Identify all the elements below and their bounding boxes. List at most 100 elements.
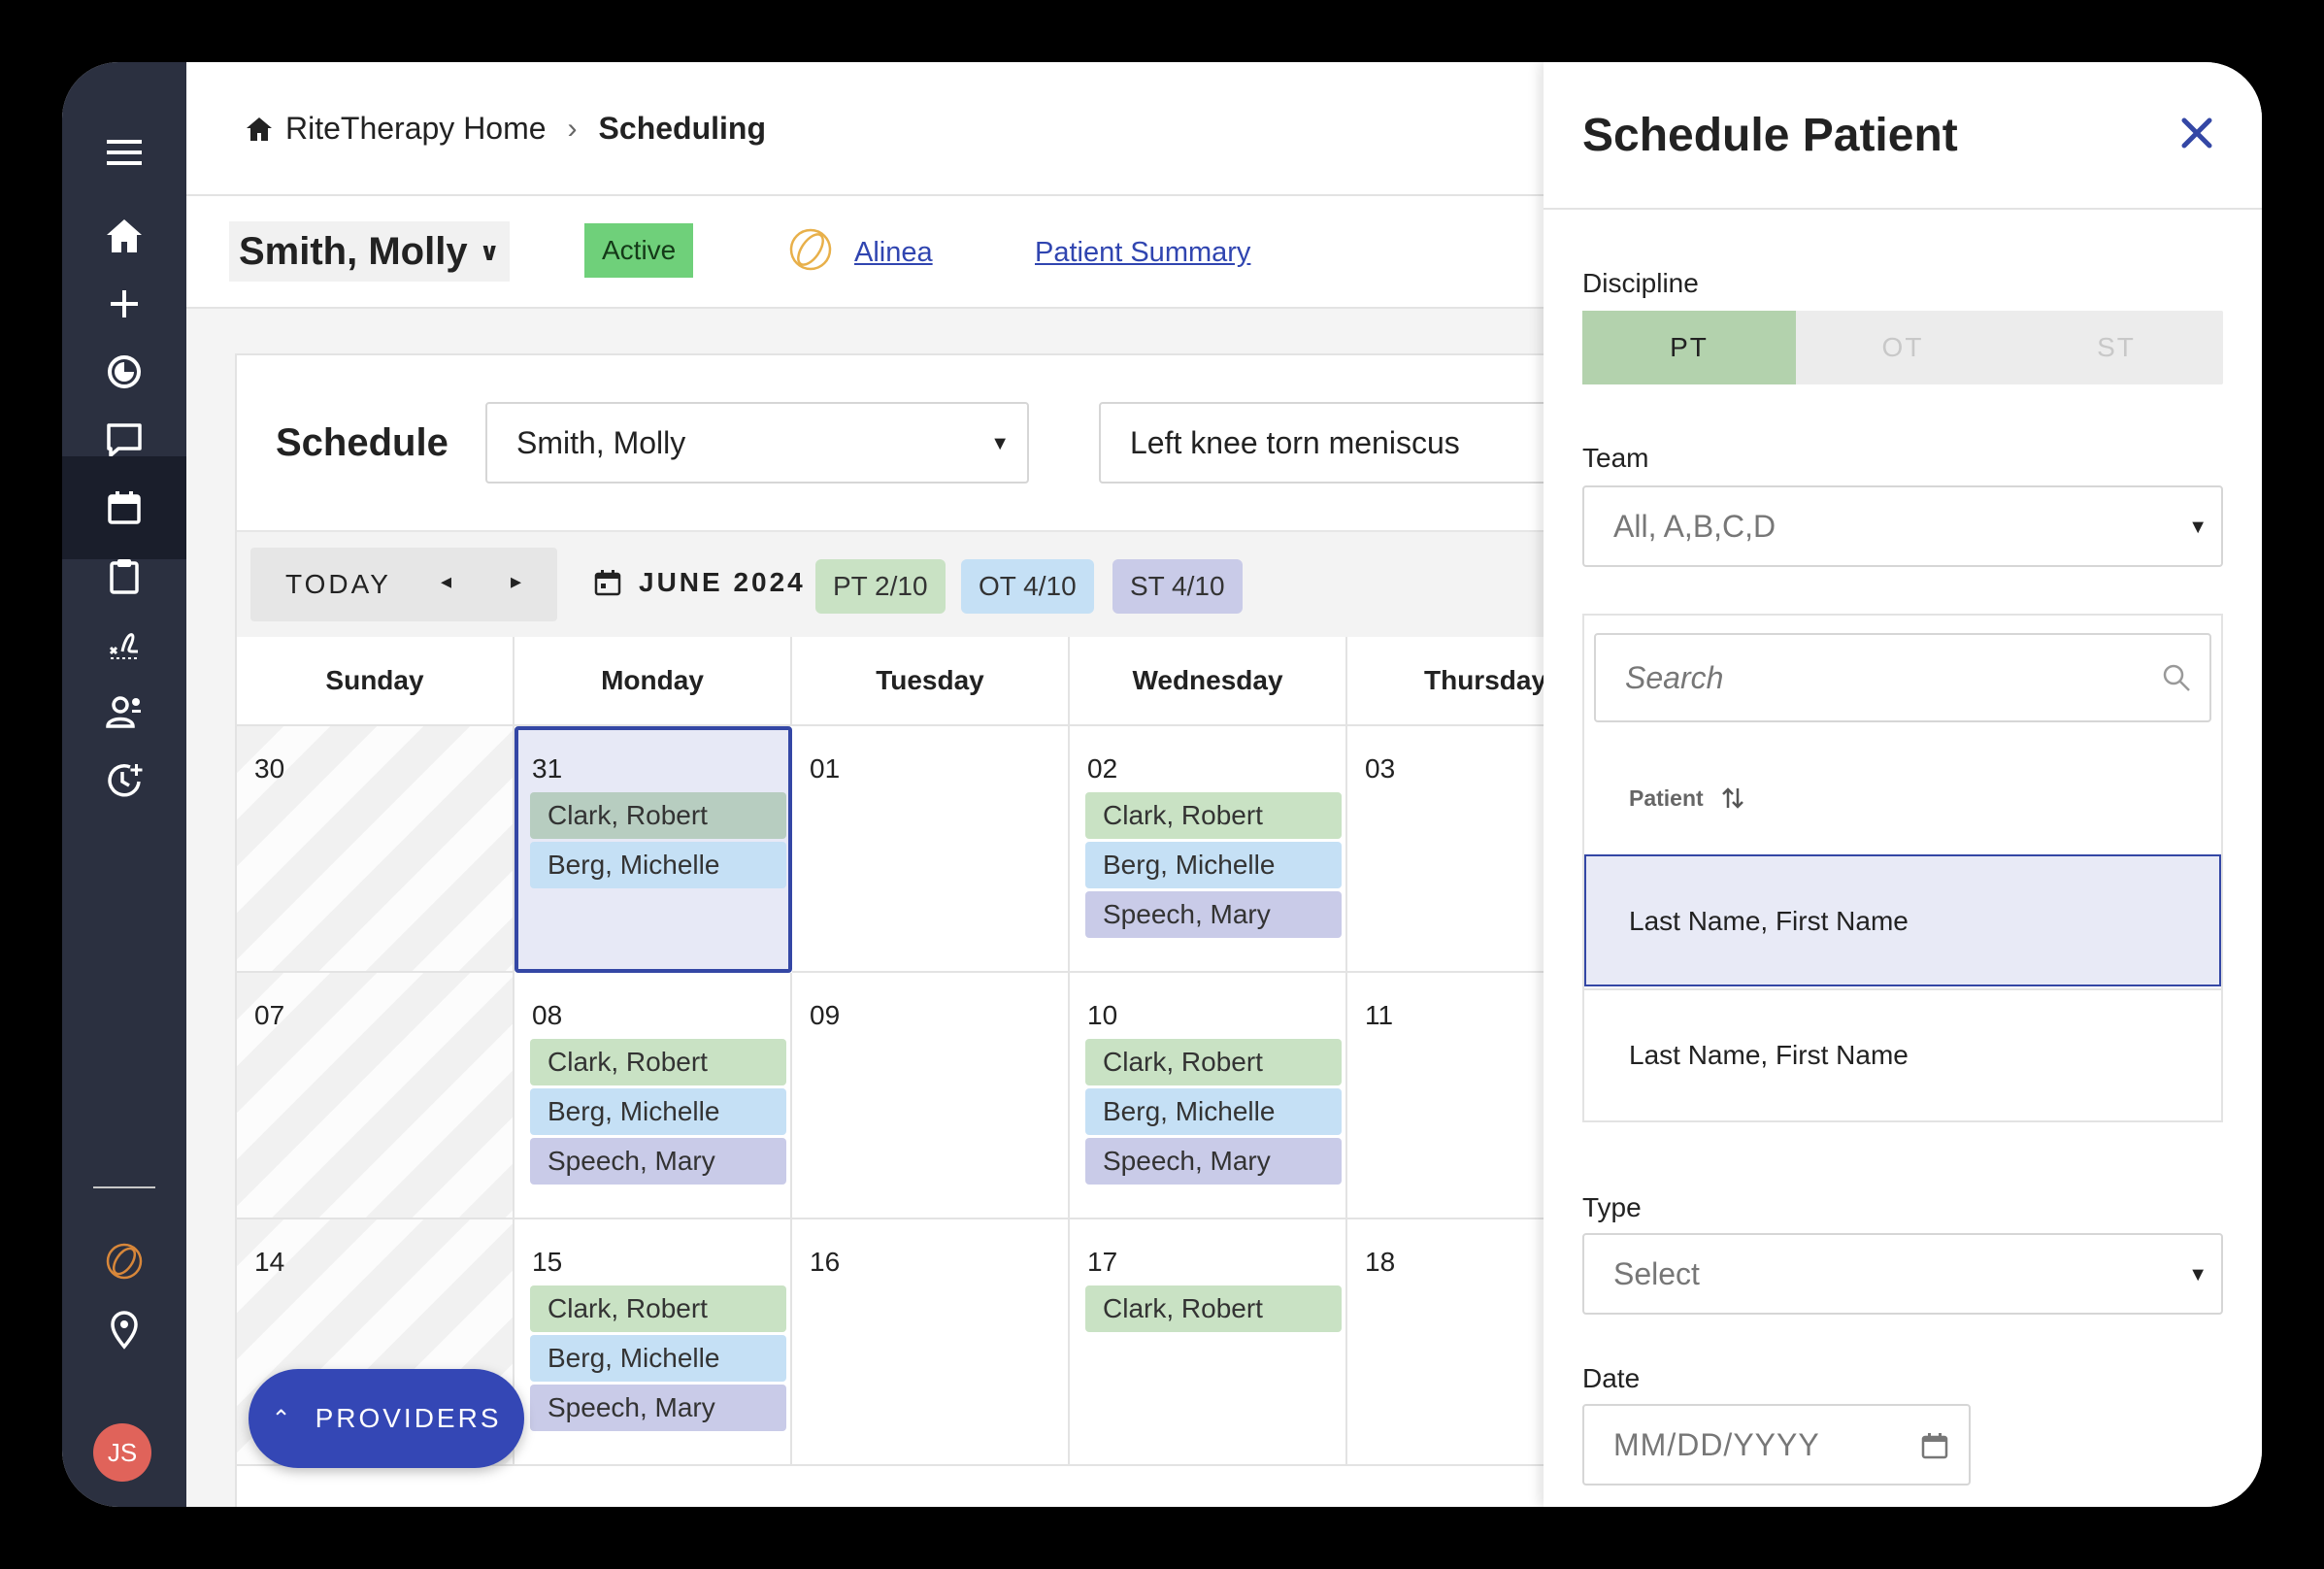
patient-name: Smith, Molly bbox=[239, 229, 468, 273]
date-input[interactable]: MM/DD/YYYY bbox=[1582, 1404, 1971, 1486]
day-number: 11 bbox=[1365, 1000, 1394, 1030]
appointment-chip[interactable]: Berg, Michelle bbox=[530, 842, 786, 888]
appointment-chip[interactable]: Clark, Robert bbox=[1085, 1285, 1342, 1332]
signature-icon bbox=[109, 633, 140, 659]
discipline-ot[interactable]: OT bbox=[1796, 311, 2009, 384]
today-button[interactable]: TODAY bbox=[285, 569, 391, 600]
st-count-pill[interactable]: ST 4/10 bbox=[1112, 559, 1243, 614]
patient-selector[interactable]: Smith, Molly ∨ bbox=[229, 221, 510, 282]
home-icon[interactable] bbox=[245, 115, 274, 144]
caret-down-icon: ▼ bbox=[990, 433, 1010, 454]
appointment-chip[interactable]: Berg, Michelle bbox=[1085, 842, 1342, 888]
home-icon bbox=[107, 219, 142, 252]
breadcrumb-home[interactable]: RiteTherapy Home bbox=[285, 111, 547, 147]
appointment-chip[interactable]: Clark, Robert bbox=[530, 1285, 786, 1332]
calendar-day-cell[interactable]: 09 bbox=[792, 973, 1070, 1219]
prev-arrow-icon[interactable]: ◂ bbox=[441, 569, 451, 594]
providers-label: PROVIDERS bbox=[315, 1403, 502, 1433]
chat-icon bbox=[107, 423, 142, 457]
team-select[interactable]: All, A,B,C,D ▼ bbox=[1582, 485, 2223, 567]
calendar-toolbar: TODAY ◂ ▸ JUNE 2024 PT 2/10 OT 4/10 ST 4… bbox=[237, 530, 1606, 637]
sidebar-divider bbox=[93, 1186, 155, 1188]
patient-dropdown-value: Smith, Molly bbox=[516, 424, 686, 460]
calendar-day-cell[interactable]: 17 Clark, Robert bbox=[1070, 1219, 1347, 1466]
calendar-day-cell[interactable]: 31 Clark, Robert Berg, Michelle bbox=[515, 726, 792, 973]
appointment-chip[interactable]: Clark, Robert bbox=[1085, 1039, 1342, 1085]
appointment-chip[interactable]: Speech, Mary bbox=[530, 1138, 786, 1185]
appointment-chip[interactable]: Berg, Michelle bbox=[1085, 1088, 1342, 1135]
sidebar-item-history[interactable] bbox=[62, 728, 186, 831]
team-icon bbox=[106, 696, 141, 728]
calendar-day-cell[interactable]: 02 Clark, Robert Berg, Michelle Speech, Mar… bbox=[1070, 726, 1347, 973]
providers-button[interactable]: ⌃ PROVIDERS bbox=[249, 1369, 524, 1468]
calendar-day-cell[interactable]: 15 Clark, Robert Berg, Michelle Speech, Mar… bbox=[515, 1219, 792, 1466]
day-number: 07 bbox=[254, 1000, 285, 1030]
month-label[interactable]: JUNE 2024 bbox=[592, 567, 806, 598]
type-label: Type bbox=[1582, 1192, 1642, 1222]
clipboard-icon bbox=[110, 559, 139, 594]
calendar-day-cell[interactable]: 07 bbox=[237, 973, 515, 1219]
calendar-icon[interactable] bbox=[1918, 1429, 1951, 1462]
day-number: 01 bbox=[810, 753, 841, 784]
appointment-chip[interactable]: Clark, Robert bbox=[530, 1039, 786, 1085]
day-number: 30 bbox=[254, 753, 285, 784]
appointment-chip[interactable]: Clark, Robert bbox=[1085, 792, 1342, 839]
patient-column-header[interactable]: Patient bbox=[1629, 784, 1746, 812]
menu-icon bbox=[107, 140, 142, 165]
day-number: 18 bbox=[1365, 1247, 1396, 1277]
appointment-chip[interactable]: Speech, Mary bbox=[1085, 891, 1342, 938]
row-patient-name: Last Name, First Name bbox=[1629, 1040, 1909, 1070]
patient-summary-link[interactable]: Patient Summary bbox=[1035, 237, 1250, 269]
calendar-day-cell[interactable]: 01 bbox=[792, 726, 1070, 973]
sidebar-item-location[interactable] bbox=[62, 1278, 186, 1381]
day-number: 17 bbox=[1087, 1247, 1118, 1277]
calendar-day-cell[interactable]: 16 bbox=[792, 1219, 1070, 1466]
caret-down-icon: ▼ bbox=[2188, 517, 2208, 538]
day-number: 02 bbox=[1087, 753, 1118, 784]
patient-column-label: Patient bbox=[1629, 784, 1704, 811]
appointment-chip[interactable]: Berg, Michelle bbox=[530, 1335, 786, 1382]
drawer-title: Schedule Patient bbox=[1582, 110, 1958, 161]
next-arrow-icon[interactable]: ▸ bbox=[511, 569, 521, 594]
calendar-day-cell[interactable]: 08 Clark, Robert Berg, Michelle Speech, Mar… bbox=[515, 973, 792, 1219]
calendar-day-cell[interactable]: 10 Clark, Robert Berg, Michelle Speech, Mar… bbox=[1070, 973, 1347, 1219]
table-row[interactable]: Last Name, First Name bbox=[1584, 988, 2221, 1120]
team-select-value: All, A,B,C,D bbox=[1613, 508, 1776, 544]
user-avatar[interactable]: JS bbox=[93, 1423, 151, 1482]
row-patient-name: Last Name, First Name bbox=[1629, 906, 1909, 936]
discipline-st[interactable]: ST bbox=[2009, 311, 2223, 384]
chevron-right-icon: › bbox=[567, 112, 578, 145]
appointment-chip[interactable]: Speech, Mary bbox=[530, 1385, 786, 1431]
appointment-chip[interactable]: Speech, Mary bbox=[1085, 1138, 1342, 1185]
breadcrumb-current: Scheduling bbox=[598, 111, 766, 146]
patient-bar: Smith, Molly ∨ Active Alinea Patient Sum… bbox=[186, 196, 1604, 309]
device-frame: JS RiteTherapy Home › Scheduling Smith, … bbox=[0, 0, 2324, 1569]
appointment-chip[interactable]: Berg, Michelle bbox=[530, 1088, 786, 1135]
appointment-chip[interactable]: Clark, Robert bbox=[530, 792, 786, 839]
month-text: JUNE 2024 bbox=[639, 567, 806, 597]
patient-dropdown[interactable]: Smith, Molly ▼ bbox=[485, 402, 1029, 484]
discipline-pt[interactable]: PT bbox=[1582, 311, 1796, 384]
sidebar: JS bbox=[62, 62, 186, 1507]
discipline-toggle: PT OT ST bbox=[1582, 311, 2223, 384]
discipline-label: Discipline bbox=[1582, 268, 1699, 298]
close-icon[interactable] bbox=[2173, 109, 2221, 157]
ot-count-pill[interactable]: OT 4/10 bbox=[961, 559, 1094, 614]
day-number: 15 bbox=[532, 1247, 563, 1277]
diagnosis-dropdown-value: Left knee torn meniscus bbox=[1130, 424, 1460, 460]
search-input[interactable]: Search bbox=[1594, 633, 2211, 722]
day-number: 14 bbox=[254, 1247, 285, 1277]
type-select[interactable]: Select ▼ bbox=[1582, 1233, 2223, 1315]
schedule-title: Schedule bbox=[276, 421, 448, 464]
alinea-link[interactable]: Alinea bbox=[854, 237, 933, 269]
calendar-icon bbox=[594, 570, 621, 596]
calendar-day-cell[interactable]: 30 bbox=[237, 726, 515, 973]
drawer-divider bbox=[1544, 208, 2262, 210]
sort-icon bbox=[1721, 787, 1743, 809]
table-row[interactable]: Last Name, First Name bbox=[1584, 854, 2221, 986]
chart-icon bbox=[108, 355, 141, 388]
search-placeholder: Search bbox=[1625, 659, 1724, 695]
pt-count-pill[interactable]: PT 2/10 bbox=[815, 559, 946, 614]
alinea-icon bbox=[789, 228, 832, 271]
plus-icon bbox=[111, 290, 138, 317]
